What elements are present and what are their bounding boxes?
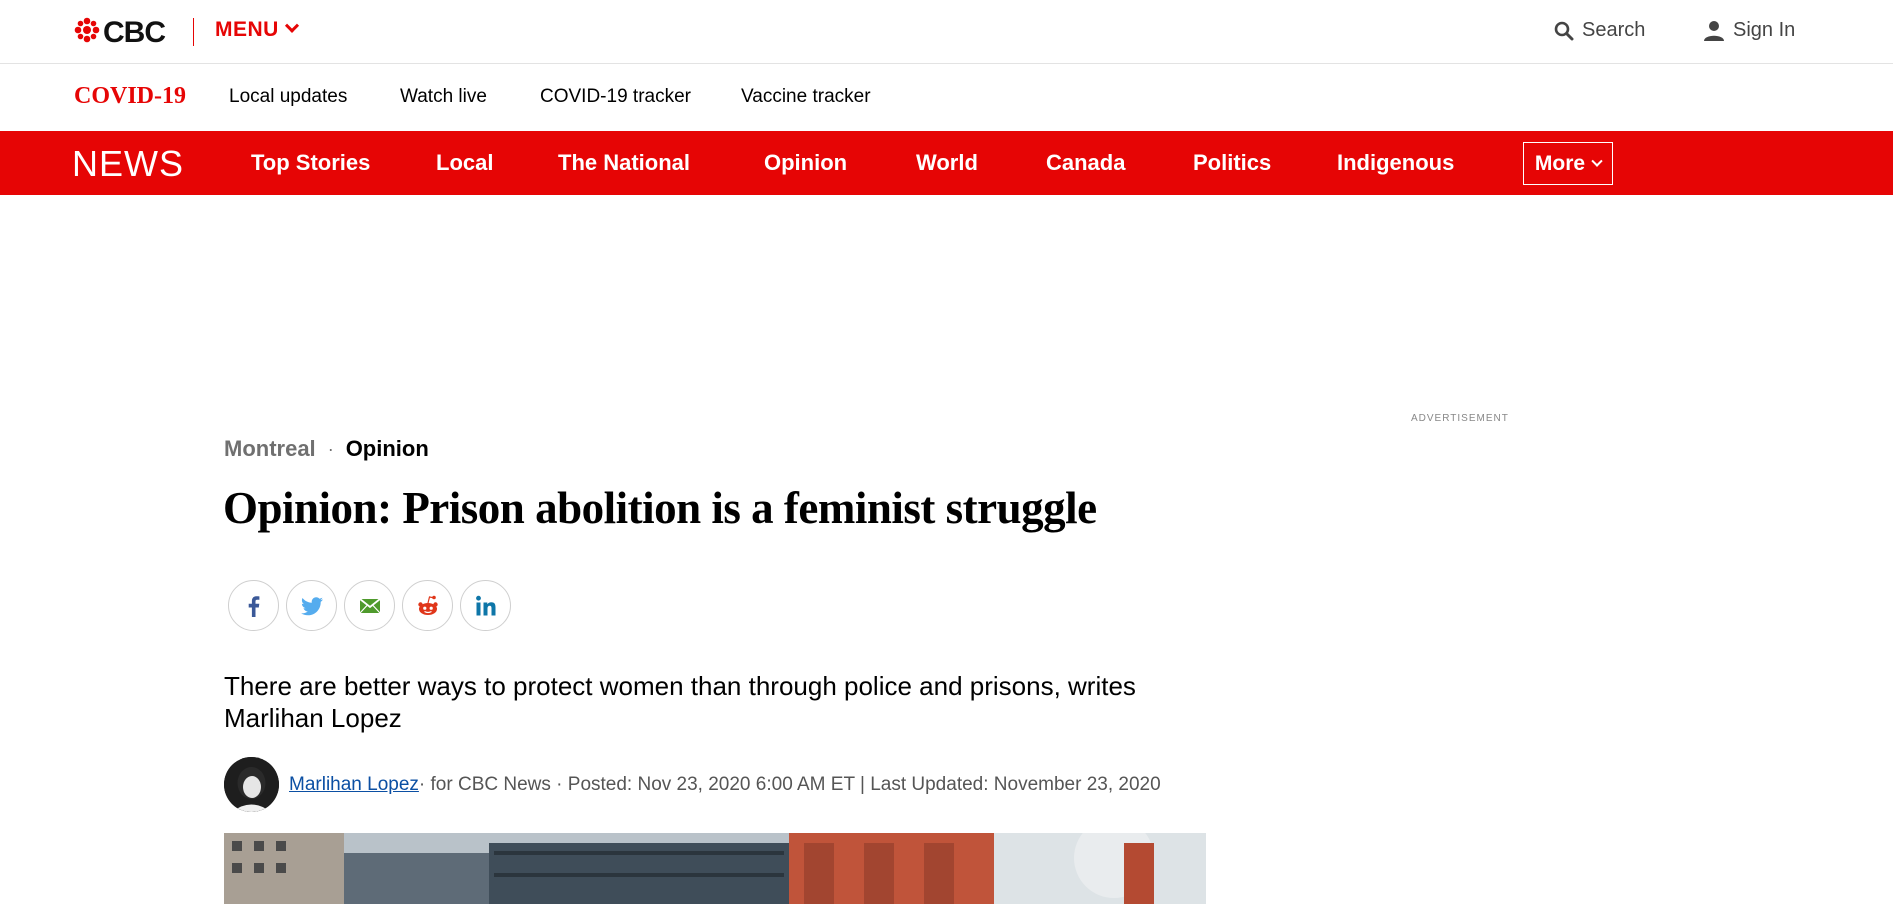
chevron-down-icon xyxy=(284,18,299,33)
nav-the-national[interactable]: The National xyxy=(558,150,690,176)
user-icon xyxy=(1704,20,1724,41)
breadcrumb-category[interactable]: Opinion xyxy=(346,436,429,462)
sign-in-button[interactable]: Sign In xyxy=(1703,19,1795,42)
covid-title[interactable]: COVID-19 xyxy=(74,83,186,110)
more-label: More xyxy=(1534,151,1586,175)
breadcrumb: Montreal · Opinion xyxy=(224,436,429,462)
share-email-button[interactable] xyxy=(344,580,395,631)
search-icon xyxy=(1554,21,1574,40)
nav-world[interactable]: World xyxy=(916,150,978,176)
cbc-logo[interactable]: CBC xyxy=(74,15,166,49)
share-linkedin-button[interactable] xyxy=(460,580,511,631)
more-button[interactable]: More xyxy=(1523,142,1613,185)
news-logo[interactable]: NEWS xyxy=(72,143,184,185)
covid-link-covid-tracker[interactable]: COVID-19 tracker xyxy=(540,86,691,108)
twitter-icon xyxy=(300,596,323,615)
search-button[interactable]: Search xyxy=(1554,19,1645,42)
author-photo-icon xyxy=(224,757,279,812)
author-link[interactable]: Marlihan Lopez xyxy=(289,774,419,796)
chevron-down-icon xyxy=(1591,155,1603,167)
byline: Marlihan Lopez · for CBC News · Posted: … xyxy=(224,757,1161,812)
byline-meta: · for CBC News · Posted: Nov 23, 2020 6:… xyxy=(418,773,1161,795)
breadcrumb-separator: · xyxy=(327,438,334,459)
search-label: Search xyxy=(1582,19,1646,41)
advertisement-label: ADVERTISEMENT xyxy=(1411,413,1509,424)
sign-in-label: Sign In xyxy=(1733,19,1796,41)
covid-link-watch-live[interactable]: Watch live xyxy=(400,86,487,108)
share-reddit-button[interactable] xyxy=(402,580,453,631)
logo-text: CBC xyxy=(103,15,166,49)
nav-top-stories[interactable]: Top Stories xyxy=(251,150,370,176)
header-divider xyxy=(193,18,194,46)
article-headline: Opinion: Prison abolition is a feminist … xyxy=(223,483,1097,533)
nav-opinion[interactable]: Opinion xyxy=(764,150,847,176)
reddit-icon xyxy=(417,595,438,615)
menu-label: MENU xyxy=(215,18,279,41)
nav-politics[interactable]: Politics xyxy=(1193,150,1271,176)
building-photo-icon xyxy=(224,833,1206,904)
facebook-icon xyxy=(248,595,259,617)
news-nav: NEWS Top Stories Local The National Opin… xyxy=(0,131,1893,195)
share-buttons xyxy=(228,580,518,631)
cbc-gem-icon xyxy=(74,17,100,48)
covid-bar: COVID-19 Local updates Watch live COVID-… xyxy=(0,64,1893,131)
hero-image xyxy=(224,833,1206,904)
nav-indigenous[interactable]: Indigenous xyxy=(1337,150,1454,176)
menu-button[interactable]: MENU xyxy=(215,18,299,42)
covid-link-local-updates[interactable]: Local updates xyxy=(229,86,347,108)
share-facebook-button[interactable] xyxy=(228,580,279,631)
email-icon xyxy=(358,597,381,613)
author-avatar[interactable] xyxy=(224,757,279,812)
covid-link-vaccine-tracker[interactable]: Vaccine tracker xyxy=(741,86,871,108)
nav-canada[interactable]: Canada xyxy=(1046,150,1125,176)
share-twitter-button[interactable] xyxy=(286,580,337,631)
linkedin-icon xyxy=(475,595,495,615)
nav-local[interactable]: Local xyxy=(436,150,493,176)
site-header: CBC MENU Search Sign In xyxy=(0,0,1893,64)
article-deck: There are better ways to protect women t… xyxy=(224,671,1136,733)
breadcrumb-section[interactable]: Montreal xyxy=(224,436,316,462)
